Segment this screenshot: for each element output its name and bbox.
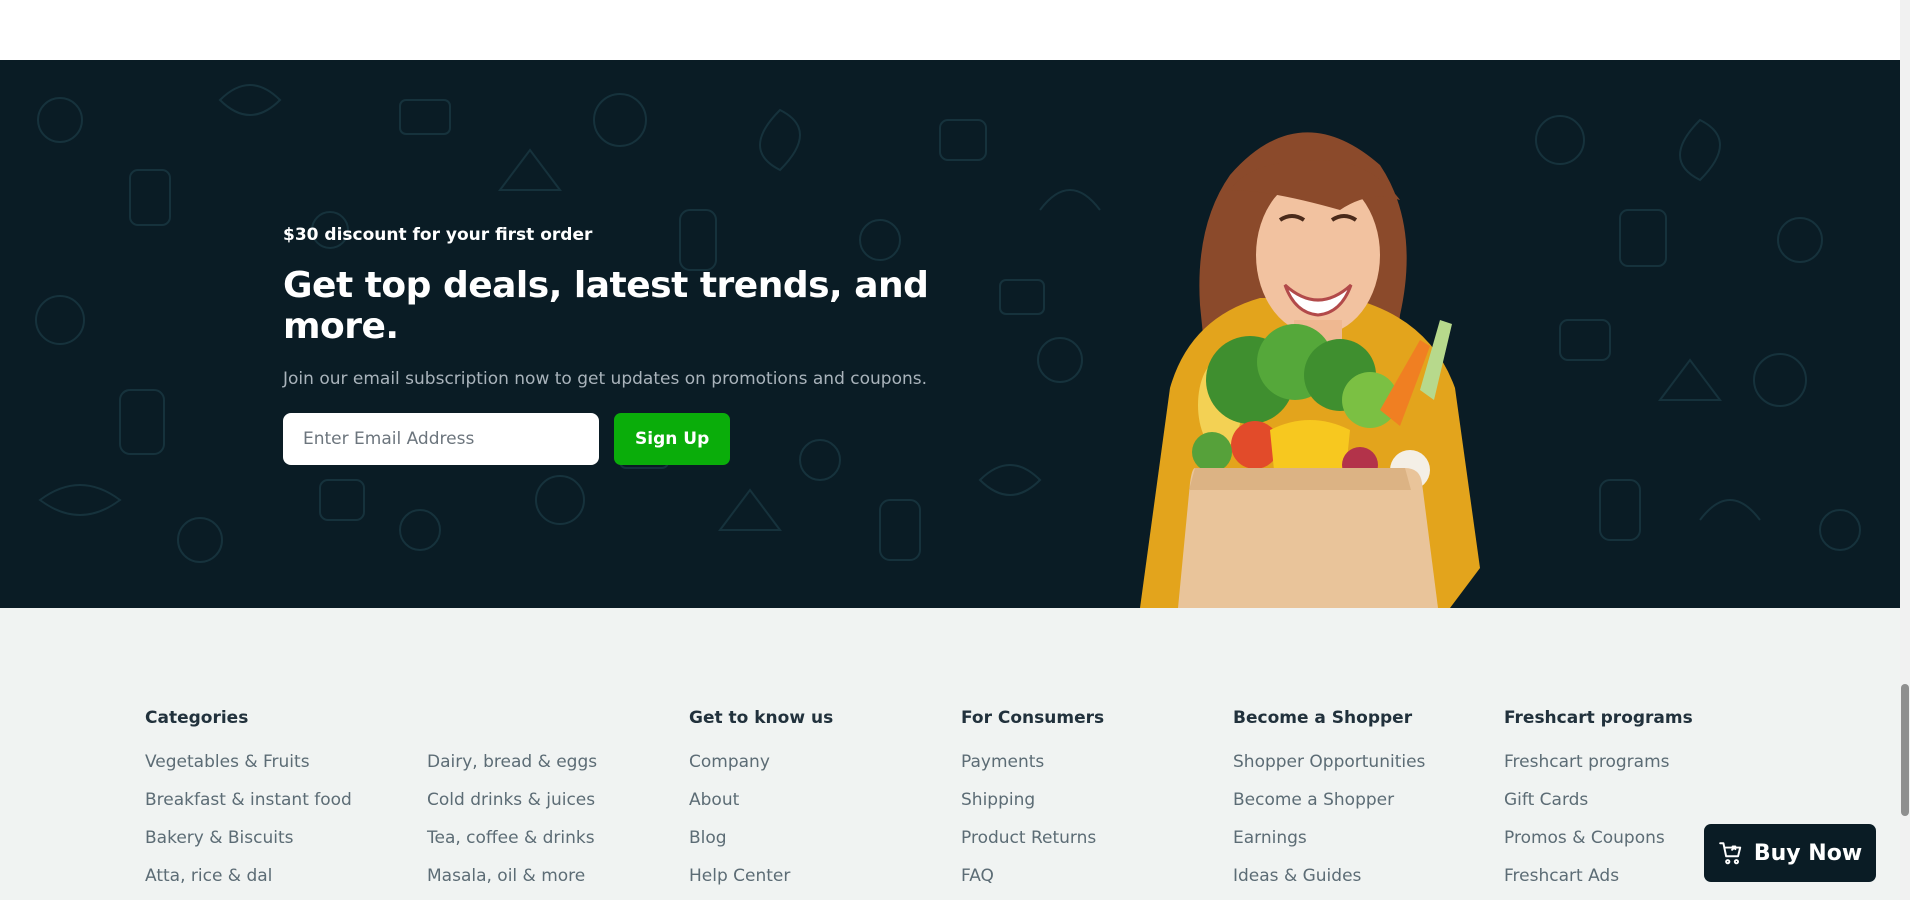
top-white-area: [0, 0, 1900, 60]
cart-icon: [1719, 842, 1742, 865]
footer-heading-shopper: Become a Shopper: [1233, 708, 1413, 728]
discount-text: $30 discount for your first order: [283, 225, 593, 245]
footer-link[interactable]: About: [689, 790, 833, 828]
footer-shopper: Become a Shopper Shopper Opportunities B…: [1233, 708, 1425, 900]
footer-link[interactable]: Breakfast & instant food: [145, 790, 352, 828]
footer-link[interactable]: Blog: [689, 828, 833, 866]
footer-heading-know-us: Get to know us: [689, 708, 834, 728]
footer-link[interactable]: Atta, rice & dal: [145, 866, 352, 900]
subscribe-banner: $30 discount for your first order Get to…: [0, 60, 1900, 608]
footer-link[interactable]: Cold drinks & juices: [427, 790, 597, 828]
footer-heading-consumers: For Consumers: [961, 708, 1105, 728]
footer-link[interactable]: Freshcart programs: [1504, 752, 1693, 790]
footer-link[interactable]: Shipping: [961, 790, 1104, 828]
footer-link[interactable]: Help Center: [689, 866, 833, 900]
scrollbar-thumb[interactable]: [1901, 684, 1909, 816]
woman-with-grocery-bag-illustration: [1140, 132, 1480, 608]
footer-link[interactable]: Vegetables & Fruits: [145, 752, 352, 790]
sign-up-button[interactable]: Sign Up: [614, 413, 731, 465]
footer-link[interactable]: Earnings: [1233, 828, 1425, 866]
categories-list-1: Vegetables & Fruits Breakfast & instant …: [145, 752, 352, 900]
footer-link[interactable]: Payments: [961, 752, 1104, 790]
footer-link[interactable]: Become a Shopper: [1233, 790, 1425, 828]
promo-content: $30 discount for your first order Get to…: [283, 225, 1043, 465]
footer-know-us: Get to know us Company About Blog Help C…: [689, 708, 833, 900]
footer-link[interactable]: Dairy, bread & eggs: [427, 752, 597, 790]
email-input[interactable]: [283, 413, 599, 465]
footer-link[interactable]: Freshcart Ads: [1504, 866, 1693, 900]
promo-subtitle: Join our email subscription now to get u…: [283, 369, 928, 389]
footer-link[interactable]: Company: [689, 752, 833, 790]
footer-link[interactable]: Shopper Opportunities: [1233, 752, 1425, 790]
subscribe-form: Sign Up: [283, 413, 1043, 465]
footer-link[interactable]: Gift Cards: [1504, 790, 1693, 828]
promo-title: Get top deals, latest trends, and more.: [283, 265, 929, 347]
site-footer: Categories Vegetables & Fruits Breakfast…: [0, 608, 1900, 900]
page-scrollbar[interactable]: [1900, 0, 1910, 900]
footer-link[interactable]: Product Returns: [961, 828, 1104, 866]
footer-link[interactable]: Bakery & Biscuits: [145, 828, 352, 866]
footer-consumers: For Consumers Payments Shipping Product …: [961, 708, 1104, 900]
footer-link[interactable]: Tea, coffee & drinks: [427, 828, 597, 866]
footer-link[interactable]: Ideas & Guides: [1233, 866, 1425, 900]
categories-list-2: Dairy, bread & eggs Cold drinks & juices…: [427, 752, 597, 900]
footer-programs: Freshcart programs Freshcart programs Gi…: [1504, 708, 1693, 900]
footer-heading-programs: Freshcart programs: [1504, 708, 1693, 728]
footer-link[interactable]: Masala, oil & more: [427, 866, 597, 900]
footer-link[interactable]: Promos & Coupons: [1504, 828, 1693, 866]
footer-heading-categories: Categories: [145, 708, 249, 728]
footer-categories: Categories Vegetables & Fruits Breakfast…: [145, 708, 352, 900]
buy-now-button[interactable]: Buy Now: [1704, 824, 1876, 882]
footer-categories-2: Dairy, bread & eggs Cold drinks & juices…: [427, 708, 597, 900]
buy-now-label: Buy Now: [1753, 840, 1863, 866]
footer-link[interactable]: FAQ: [961, 866, 1104, 900]
